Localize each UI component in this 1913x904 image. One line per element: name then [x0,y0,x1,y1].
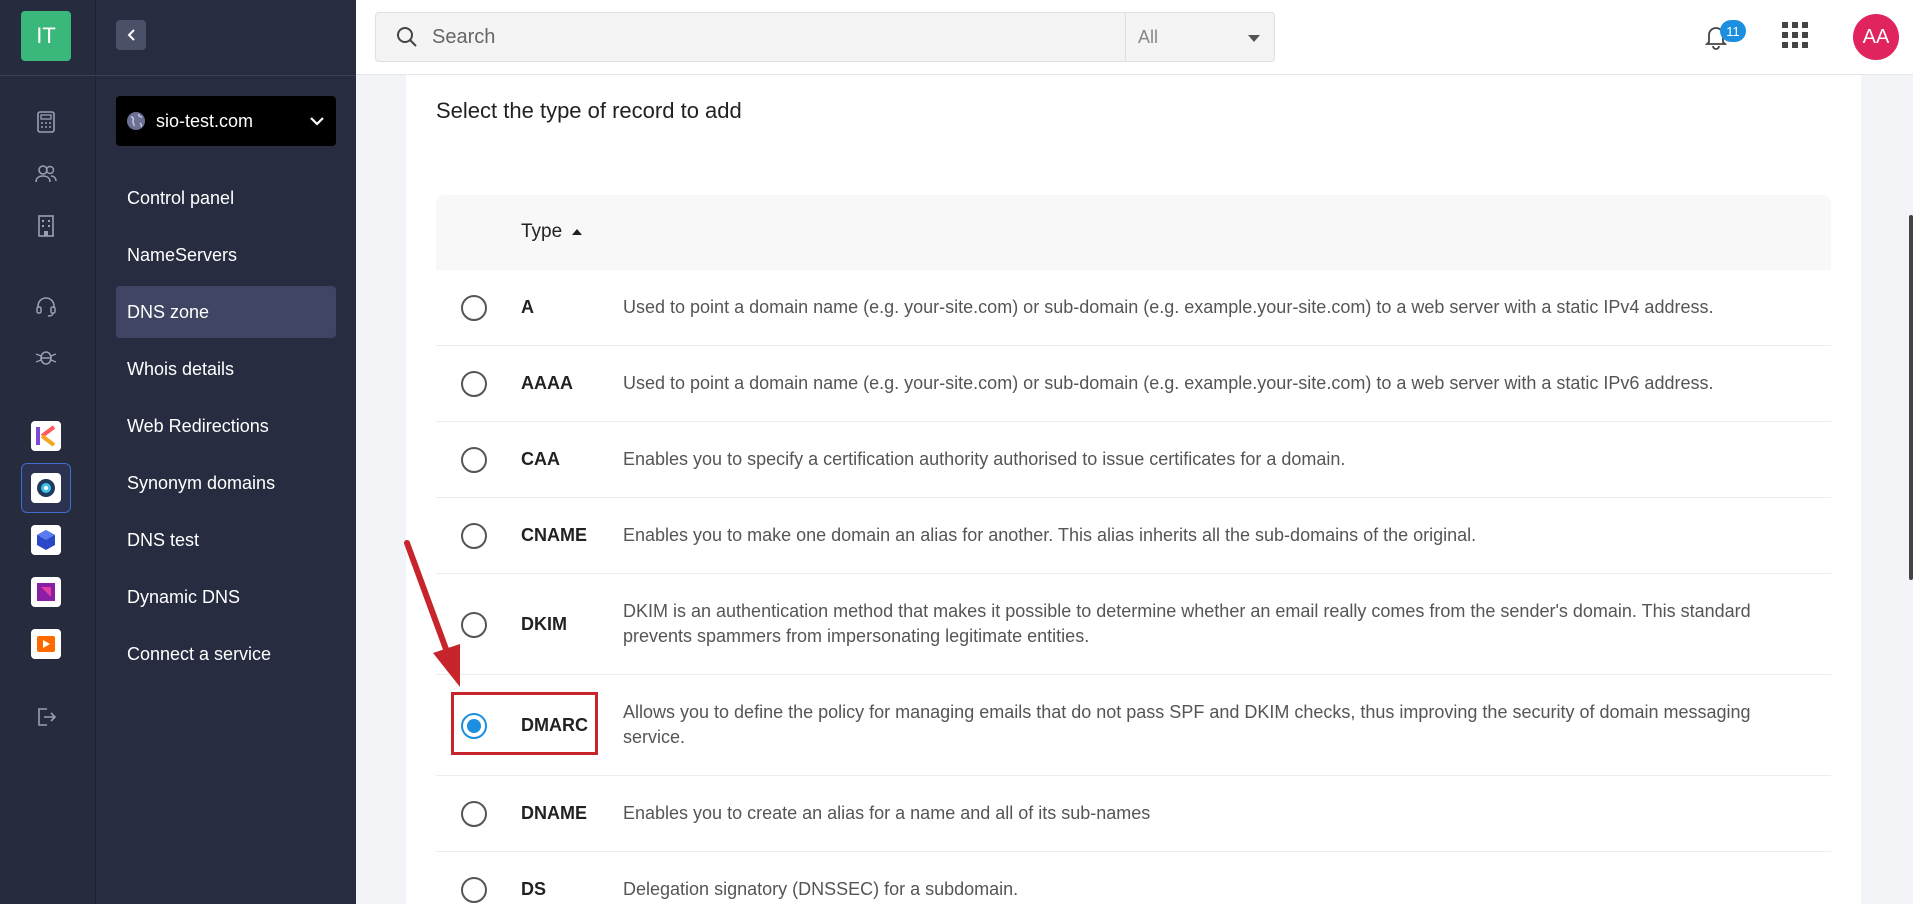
avatar[interactable]: AA [1853,14,1899,60]
app-play-icon[interactable] [31,629,61,659]
sidebar-item-whois-details[interactable]: Whois details [116,343,336,395]
search-scope-value: All [1138,26,1159,47]
table-row[interactable]: DMARC Allows you to define the policy fo… [436,675,1831,776]
sidebar-item-web-redirections[interactable]: Web Redirections [116,400,336,452]
record-radio-a[interactable] [461,295,487,321]
record-type: DS [521,879,547,899]
building-icon[interactable] [30,210,62,242]
record-type: DNAME [521,803,587,823]
search-icon [397,27,417,47]
sidebar-divider [96,75,356,76]
brand-logo[interactable]: IT [21,11,71,61]
annotation-arrow-icon [404,540,460,687]
domain-selector[interactable]: sio-test.com [116,96,336,146]
record-radio-caa[interactable] [461,447,487,473]
app-disc-icon[interactable] [31,473,61,503]
record-type: AAAA [521,373,573,393]
globe-icon [127,112,145,130]
annotation-highlight-box [451,692,598,755]
caret-down-icon [1248,35,1260,42]
record-description: DKIM is an authentication method that ma… [623,601,1751,646]
sidebar-item-dns-test[interactable]: DNS test [116,514,336,566]
sidebar-item-nameservers[interactable]: NameServers [116,229,336,281]
table-row[interactable]: CNAME Enables you to make one domain an … [436,498,1831,574]
table-row[interactable]: DNAME Enables you to create an alias for… [436,776,1831,852]
app-k-icon[interactable] [31,421,61,451]
calculator-icon[interactable] [30,106,62,138]
table-row[interactable]: CAA Enables you to specify a certificati… [436,422,1831,498]
page-scrollbar[interactable] [1909,215,1913,580]
sidebar-item-dns-zone[interactable]: DNS zone [116,286,336,338]
record-description: Used to point a domain name (e.g. your-s… [623,297,1714,317]
app-square-icon[interactable] [31,577,61,607]
record-description: Delegation signatory (DNSSEC) for a subd… [623,879,1019,899]
logout-icon[interactable] [30,701,62,733]
record-type: DKIM [521,614,567,634]
table-row[interactable]: AAAA Used to point a domain name (e.g. y… [436,346,1831,422]
record-type: CAA [521,449,560,469]
sort-ascending-icon [572,229,583,235]
top-header: All 11 AA [356,0,1913,75]
record-type: A [521,297,534,317]
table-header: Type [436,195,1831,270]
record-description: Enables you to create an alias for a nam… [623,803,1151,823]
search-input[interactable] [432,25,1092,49]
table-row[interactable]: DKIM DKIM is an authentication method th… [436,574,1831,675]
record-description: Enables you to specify a certification a… [623,449,1346,469]
record-description: Enables you to make one domain an alias … [623,525,1477,545]
icon-rail: IT [0,0,96,904]
sidebar-item-dynamic-dns[interactable]: Dynamic DNS [116,571,336,623]
page-title: Select the type of record to add [436,98,742,123]
chevron-left-icon [127,29,135,41]
app-cube-icon[interactable] [31,525,61,555]
collapse-sidebar-button[interactable] [116,20,146,50]
type-column-label: Type [521,221,563,242]
notification-badge: 11 [1720,20,1746,42]
search-bar [375,12,1130,62]
apps-grid-icon[interactable] [1782,22,1808,48]
record-type-table: Type A Used to point a domain name (e.g.… [436,195,1831,904]
sidebar-item-synonym-domains[interactable]: Synonym domains [116,457,336,509]
rail-divider [0,75,96,76]
table-row[interactable]: DS Delegation signatory (DNSSEC) for a s… [436,852,1831,904]
record-description: Allows you to define the policy for mana… [623,702,1751,747]
record-radio-dname[interactable] [461,801,487,827]
sidebar-item-control-panel[interactable]: Control panel [116,172,336,224]
sidebar-item-connect-a-service[interactable]: Connect a service [116,628,336,680]
domain-name: sio-test.com [156,110,254,131]
users-icon[interactable] [30,158,62,190]
bug-icon[interactable] [30,342,62,374]
record-radio-aaaa[interactable] [461,371,487,397]
record-radio-ds[interactable] [461,877,487,903]
table-row[interactable]: A Used to point a domain name (e.g. your… [436,270,1831,346]
record-description: Used to point a domain name (e.g. your-s… [623,373,1714,393]
sidebar: sio-test.com Control panel NameServers D… [96,0,356,904]
record-type: CNAME [521,525,587,545]
type-column-header[interactable]: Type [521,221,583,243]
search-scope-select[interactable]: All [1125,12,1275,62]
headset-icon[interactable] [30,290,62,322]
record-type-card: Select the type of record to add Type A … [406,75,1861,904]
chevron-down-icon [310,117,324,126]
